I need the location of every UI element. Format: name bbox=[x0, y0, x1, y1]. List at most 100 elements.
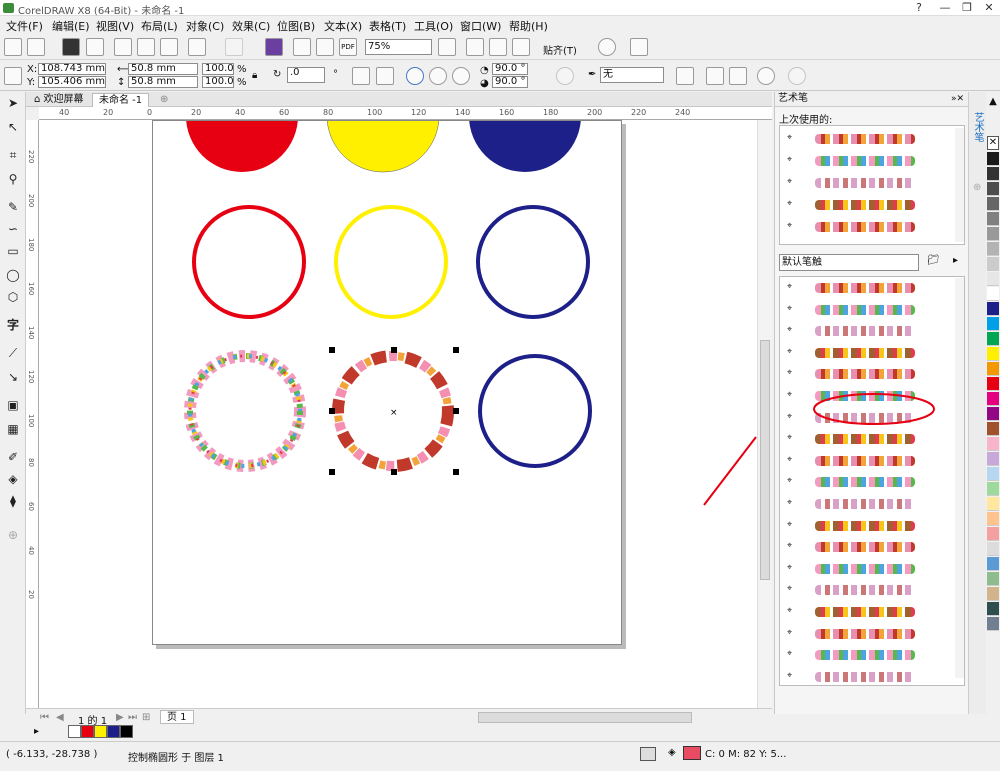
color-swatch[interactable] bbox=[987, 407, 999, 421]
show-grid-icon[interactable] bbox=[489, 38, 507, 56]
tab-document[interactable]: 未命名 -1 bbox=[92, 93, 150, 107]
smart-fill-tool-icon[interactable]: ⧫ bbox=[5, 494, 21, 508]
color-swatch[interactable] bbox=[987, 467, 999, 481]
recent-list-scrollbar[interactable] bbox=[955, 128, 964, 242]
drop-shadow-tool-icon[interactable]: ▣ bbox=[5, 398, 21, 412]
parallel-dimension-tool-icon[interactable]: ⟋ bbox=[5, 346, 21, 360]
yellow-outline-circle[interactable] bbox=[334, 205, 448, 319]
brush-stroke-item[interactable]: ⌖ bbox=[785, 321, 955, 343]
brush-stroke-item[interactable]: ⌖ bbox=[785, 537, 955, 559]
lock-ratio-icon[interactable]: 🔒︎ bbox=[252, 70, 257, 81]
color-swatch[interactable] bbox=[81, 725, 94, 738]
object-origin-icon[interactable] bbox=[4, 67, 22, 85]
print-icon[interactable] bbox=[86, 38, 104, 56]
brush-stroke-item[interactable]: ⌖ bbox=[785, 472, 955, 494]
full-screen-icon[interactable] bbox=[438, 38, 456, 56]
mirror-horizontal-icon[interactable] bbox=[352, 67, 370, 85]
add-tool-icon[interactable]: ⊕ bbox=[5, 528, 21, 542]
color-proof-icon[interactable] bbox=[640, 747, 656, 761]
zoom-level-select[interactable]: 75% bbox=[365, 39, 432, 55]
arc-icon[interactable] bbox=[452, 67, 470, 85]
color-swatch[interactable] bbox=[987, 572, 999, 586]
change-direction-icon[interactable] bbox=[556, 67, 574, 85]
polygon-tool-icon[interactable]: ⬡ bbox=[5, 290, 21, 304]
brush-stroke-item[interactable]: ⌖ bbox=[785, 343, 955, 365]
menu-file[interactable]: 文件(F) bbox=[6, 18, 43, 34]
brush-stroke-item[interactable]: ⌖ bbox=[785, 624, 955, 646]
color-swatch[interactable] bbox=[987, 422, 999, 436]
new-tab-icon[interactable]: ⊕ bbox=[154, 93, 174, 107]
blue-filled-circle[interactable] bbox=[469, 120, 581, 172]
color-swatch[interactable] bbox=[987, 527, 999, 541]
food-brush-circle[interactable]: × bbox=[329, 347, 459, 475]
publish-pdf-icon[interactable]: PDF bbox=[339, 38, 357, 56]
page[interactable]: × bbox=[152, 120, 622, 645]
brush-stroke-item[interactable]: ⌖ bbox=[785, 667, 955, 685]
scroll-thumb[interactable] bbox=[760, 340, 770, 580]
red-outline-circle[interactable] bbox=[192, 205, 306, 319]
undo-icon[interactable] bbox=[188, 38, 206, 56]
color-swatch[interactable] bbox=[987, 257, 999, 271]
shape-tool-icon[interactable]: ↖ bbox=[5, 120, 21, 134]
y-position-field[interactable]: 105.406 mm bbox=[38, 76, 106, 88]
freehand-tool-icon[interactable]: ✎ bbox=[5, 200, 21, 214]
menu-layout[interactable]: 布局(L) bbox=[141, 18, 178, 34]
blue-outline-circle-row3[interactable] bbox=[478, 354, 592, 468]
mirror-vertical-icon[interactable] bbox=[376, 67, 394, 85]
rectangle-tool-icon[interactable]: ▭ bbox=[5, 244, 21, 258]
color-swatch[interactable] bbox=[987, 332, 999, 346]
brush-stroke-item[interactable]: ⌖ bbox=[785, 580, 955, 602]
docker-collapse-icon[interactable]: »✕ bbox=[951, 92, 964, 106]
to-back-icon[interactable] bbox=[729, 67, 747, 85]
color-swatch[interactable] bbox=[987, 452, 999, 466]
menu-window[interactable]: 窗口(W) bbox=[460, 18, 501, 34]
show-guidelines-icon[interactable] bbox=[512, 38, 530, 56]
x-position-field[interactable]: 108.743 mm bbox=[38, 63, 106, 75]
paste-icon[interactable] bbox=[160, 38, 178, 56]
application-launcher-icon[interactable] bbox=[630, 38, 648, 56]
add-docker-icon[interactable]: ⊕ bbox=[973, 182, 981, 193]
import-icon[interactable] bbox=[293, 38, 311, 56]
color-swatch[interactable] bbox=[987, 617, 999, 631]
color-swatch[interactable] bbox=[987, 557, 999, 571]
save-icon[interactable] bbox=[62, 38, 80, 56]
horizontal-scroll-thumb[interactable] bbox=[478, 712, 692, 723]
scale-width-field[interactable]: 100.0 bbox=[202, 63, 234, 75]
vertical-scrollbar[interactable] bbox=[757, 120, 772, 708]
new-document-icon[interactable] bbox=[4, 38, 22, 56]
color-swatch[interactable] bbox=[987, 362, 999, 376]
menu-tools[interactable]: 工具(O) bbox=[414, 18, 453, 34]
color-swatch[interactable] bbox=[987, 287, 999, 301]
snap-to-dropdown[interactable]: 贴齐(T) bbox=[543, 42, 577, 57]
brush-stroke-item[interactable]: ⌖ bbox=[785, 429, 955, 451]
add-icon[interactable] bbox=[788, 67, 806, 85]
brush-stroke-item[interactable]: ⌖ bbox=[785, 278, 955, 300]
palette-scroll-up-icon[interactable]: ▲ bbox=[987, 96, 999, 108]
fill-color-swatch[interactable] bbox=[683, 746, 701, 760]
text-wrap-icon[interactable] bbox=[676, 67, 694, 85]
interactive-fill-tool-icon[interactable]: ◈ bbox=[5, 472, 21, 486]
convert-to-curves-icon[interactable] bbox=[757, 67, 775, 85]
color-swatch[interactable] bbox=[987, 437, 999, 451]
options-gear-icon[interactable] bbox=[598, 38, 616, 56]
horizontal-ruler[interactable]: 40 20 0 20 40 60 80 100 120 140 160 180 200 220 240 bbox=[39, 107, 772, 120]
brush-stroke-item[interactable]: ⌖ bbox=[785, 516, 955, 538]
menu-help[interactable]: 帮助(H) bbox=[509, 18, 548, 34]
eyedropper-tool-icon[interactable]: ✐ bbox=[5, 450, 21, 464]
redo-icon[interactable] bbox=[225, 38, 243, 56]
end-angle-field[interactable]: 90.0 ° bbox=[492, 76, 528, 88]
scale-height-field[interactable]: 100.0 bbox=[202, 76, 234, 88]
color-swatch[interactable] bbox=[987, 227, 999, 241]
brush-stroke-item[interactable]: ⌖ bbox=[785, 300, 955, 322]
color-swatch[interactable] bbox=[987, 392, 999, 406]
brush-stroke-item[interactable]: ⌖ bbox=[785, 451, 955, 473]
pick-tool-icon[interactable]: ➤ bbox=[5, 96, 21, 110]
first-page-icon[interactable]: ⏮ bbox=[40, 712, 49, 723]
color-swatch[interactable] bbox=[987, 542, 999, 556]
rotation-angle-field[interactable]: .0 bbox=[287, 67, 325, 83]
brush-stroke-item[interactable]: ⌖ bbox=[785, 129, 955, 151]
transparency-tool-icon[interactable]: ▦ bbox=[5, 422, 21, 436]
color-swatch[interactable] bbox=[987, 167, 999, 181]
zoom-tool-icon[interactable]: ⚲ bbox=[5, 172, 21, 186]
color-swatch[interactable] bbox=[987, 347, 999, 361]
